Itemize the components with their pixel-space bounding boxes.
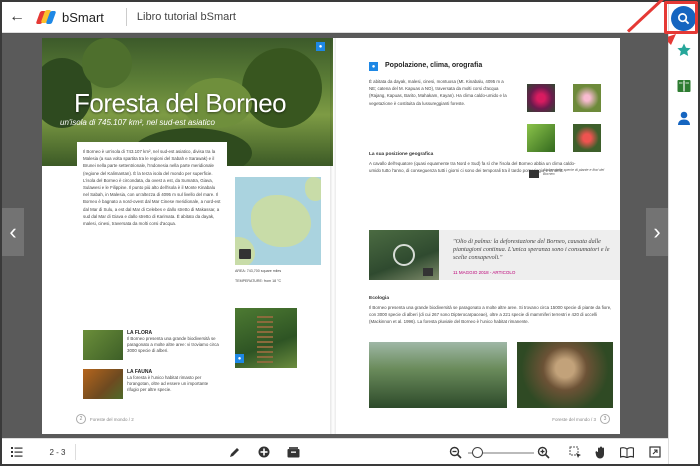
flora-photo (83, 330, 123, 360)
video-icon[interactable] (239, 249, 251, 259)
flora-block: LA FLORA Il Borneo presenta una grande b… (127, 330, 219, 354)
left-page: Foresta del Borneo un'isola di 745.107 k… (42, 38, 333, 434)
fauna-block: LA FAUNA La foresta è l'unico habitat ri… (127, 369, 219, 393)
left-footer-text: Foreste del mondo / 2 (90, 416, 134, 422)
page-indicator[interactable]: 2 - 3 (40, 444, 76, 460)
pan-button[interactable] (594, 445, 608, 459)
ecology-text: Il Borneo presenta una grande biodiversi… (369, 305, 612, 325)
tarsier-photo (517, 342, 613, 408)
add-button[interactable] (257, 445, 271, 459)
fullscreen-button[interactable] (648, 445, 662, 459)
landscape-photo (369, 342, 507, 408)
subheading-position: La sua posizione geografica (369, 152, 434, 157)
flora-text: Il Borneo presenta una grande biodiversi… (127, 336, 219, 353)
double-page-button[interactable] (620, 445, 634, 459)
back-button[interactable]: ← (2, 8, 32, 26)
gallery-icon[interactable] (529, 170, 539, 178)
zoom-out-icon (449, 446, 462, 459)
zoom-in-icon (537, 446, 550, 459)
document-title: Libro tutorial bSmart (136, 11, 236, 23)
library-button[interactable] (676, 78, 692, 94)
body-text: Il Borneo è un'isola di 743.107 km², nel… (83, 149, 221, 227)
bsmart-logo-icon (35, 9, 57, 25)
user-icon (678, 111, 690, 125)
borneo-map[interactable] (235, 177, 321, 265)
next-page-button[interactable]: › (646, 208, 668, 256)
highlight-box (664, 1, 698, 34)
zoom-slider-handle[interactable] (472, 447, 483, 458)
quote-date: 11 MAGGIO 2018 - ARTICOLO (453, 270, 516, 275)
chevron-left-icon: ‹ (9, 219, 17, 244)
page-circle-icon: 2 (76, 414, 86, 424)
hand-icon (595, 446, 604, 458)
flower-photo (527, 84, 555, 112)
ecology-heading: Ecologia (369, 296, 389, 301)
fauna-photo (83, 369, 123, 399)
open-book-icon (620, 446, 634, 458)
divider (125, 8, 127, 26)
top-bar: ← bSmart Libro tutorial bSmart (2, 2, 668, 33)
photo-caption: Alcune delle specie di piante e fiori de… (543, 168, 605, 176)
favorites-button[interactable] (676, 42, 692, 58)
right-sidebar (668, 2, 698, 464)
page-title: Foresta del Borneo (74, 88, 287, 118)
video-thumbnail[interactable] (369, 230, 439, 280)
article-quote: "Olio di palma: la deforestazione del Bo… (453, 238, 610, 261)
resources-button[interactable] (286, 445, 300, 459)
map-caption-area: AREA: 743,700 square miles (235, 269, 282, 273)
arrow-left-icon: ← (9, 8, 25, 25)
flower-photo (527, 124, 555, 152)
chevron-right-icon: › (653, 219, 661, 244)
page-gutter (330, 38, 336, 434)
plus-circle-icon (258, 446, 270, 458)
star-icon (677, 43, 691, 56)
book-icon (677, 80, 691, 92)
flower-photo (573, 124, 601, 152)
right-page-footer: Foreste del mondo / 3 3 (552, 414, 610, 424)
zoom-in-button[interactable] (536, 445, 550, 459)
pen-icon (230, 448, 239, 457)
bottom-toolbar: 2 - 3 (2, 438, 668, 464)
bookmark-icon[interactable]: ● (235, 354, 244, 363)
box-icon (287, 446, 299, 457)
fullscreen-icon (649, 446, 661, 458)
flower-photo (573, 84, 601, 112)
intro-text: È abitata da dayak, malesi, cinesi, mont… (369, 79, 507, 106)
bridge-photo (235, 308, 297, 368)
play-icon[interactable] (393, 244, 415, 266)
select-button[interactable] (568, 445, 582, 459)
page-circle-icon: 3 (600, 414, 610, 424)
intro-text-box: Il Borneo è un'isola di 743.107 km², nel… (77, 142, 227, 412)
right-footer-text: Foreste del mondo / 3 (552, 416, 596, 422)
brand-name: bSmart (62, 9, 104, 25)
zoom-out-button[interactable] (448, 445, 462, 459)
right-page: ● Popolazione, clima, orografia È abitat… (333, 38, 620, 434)
page-subtitle: un'isola di 745.107 km², nel sud-est asi… (60, 118, 215, 127)
list-icon (11, 447, 23, 457)
video-icon[interactable] (423, 268, 433, 276)
select-icon (569, 446, 581, 458)
position-text: A cavallo dell'equatore (quasi equamente… (369, 161, 576, 174)
profile-button[interactable] (676, 110, 692, 126)
section-heading: Popolazione, clima, orografia (385, 62, 483, 69)
map-caption-temp: TEMPERATURE: from 18 °C (235, 279, 282, 283)
prev-page-button[interactable]: ‹ (2, 208, 24, 256)
left-page-footer: 2 Foreste del mondo / 2 (76, 414, 134, 424)
bookmark-icon[interactable]: ● (316, 42, 325, 51)
pen-button[interactable] (228, 445, 242, 459)
index-button[interactable] (10, 445, 24, 459)
fauna-text: La foresta è l'unico habitat rimasto per… (127, 375, 209, 392)
section-marker-icon[interactable]: ● (369, 62, 378, 71)
